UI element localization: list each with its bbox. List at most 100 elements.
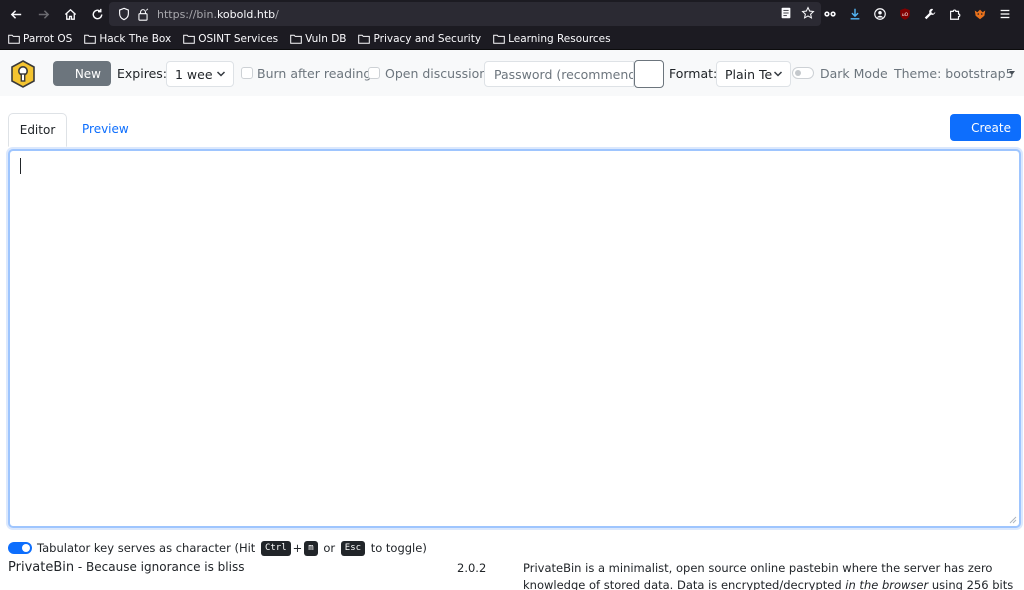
expires-select[interactable]: 1 wee: [166, 61, 234, 87]
url-bar[interactable]: https://bin.kobold.htb/: [109, 2, 821, 26]
create-button[interactable]: Create: [950, 114, 1021, 141]
toolbar-icons: uO: [822, 0, 1013, 28]
kbd-ctrl: Ctrl: [260, 540, 291, 556]
folder-icon: [358, 34, 371, 44]
url-host: kobold.htb: [216, 7, 276, 21]
about-text-part: using 256 bits: [928, 578, 1014, 590]
extensions-button[interactable]: [947, 6, 963, 22]
password-show-button[interactable]: [634, 60, 664, 88]
tools-button[interactable]: [922, 6, 938, 22]
format-select[interactable]: Plain Te: [716, 61, 791, 87]
open-discussion-checkbox[interactable]: [368, 67, 380, 79]
bookmark-label: Learning Resources: [508, 32, 611, 45]
ublock-button[interactable]: uO: [897, 6, 913, 22]
paste-textarea[interactable]: [8, 149, 1021, 528]
bookmark-label: Privacy and Security: [373, 32, 482, 45]
plus-sign: +: [292, 541, 303, 555]
create-button-label: Create: [971, 120, 1011, 135]
url-prefix: https://bin.: [157, 7, 217, 21]
about-text: PrivateBin is a minimalist, open source …: [523, 560, 1023, 590]
reload-icon: [92, 8, 102, 19]
tab-editor-label: Editor: [19, 123, 56, 137]
editor-tabs: Editor Preview Create: [0, 110, 1024, 147]
about-emphasis: in the browser: [845, 578, 929, 590]
folder-icon: [493, 34, 505, 44]
open-discussion-label: Open discussion: [385, 66, 488, 81]
arrow-right-icon: [38, 9, 49, 19]
theme-dropdown[interactable]: Theme: bootstrap5: [894, 66, 1014, 81]
caret-down-icon[interactable]: [1009, 71, 1015, 76]
bookmark-privacy-and-security[interactable]: Privacy and Security: [358, 33, 481, 45]
chevron-down-icon: [773, 71, 783, 77]
account-button[interactable]: [872, 6, 888, 22]
hamburger-icon: [1000, 9, 1010, 19]
privatebin-toolbar: New Expires: 1 wee Burn after reading Op…: [0, 50, 1024, 96]
dark-mode-label: Dark Mode: [820, 66, 888, 81]
reader-view-icon[interactable]: [779, 6, 793, 20]
bookmark-label: Parrot OS: [23, 32, 73, 45]
tab-preview[interactable]: Preview: [82, 122, 129, 136]
mask-icon: [824, 11, 836, 17]
or-text: or: [323, 541, 336, 555]
burn-after-reading-checkbox[interactable]: [241, 67, 253, 79]
bookmark-label: OSINT Services: [198, 32, 279, 45]
to-toggle-text: to toggle): [370, 541, 427, 555]
folder-icon: [183, 34, 196, 44]
password-input[interactable]: Password (recommende: [484, 61, 634, 87]
kbd-m: m: [304, 540, 318, 556]
back-button[interactable]: [5, 3, 27, 25]
bookmark-label: Vuln DB: [305, 32, 347, 45]
brand-tagline: - Because ignorance is bliss: [74, 560, 245, 574]
tabulator-toggle[interactable]: [8, 542, 32, 554]
reload-button[interactable]: [86, 3, 108, 25]
home-icon: [64, 8, 76, 20]
lock-icon[interactable]: [137, 7, 149, 21]
bookmark-vuln-db[interactable]: Vuln DB: [290, 33, 346, 45]
tab-editor[interactable]: Editor: [8, 113, 67, 147]
private-mask-button[interactable]: [822, 6, 838, 22]
wrench-icon: [924, 8, 936, 20]
svg-text:uO: uO: [902, 12, 909, 18]
format-value: Plain Te: [725, 66, 773, 82]
tabulator-text: Tabulator key serves as character (Hit: [37, 541, 256, 555]
download-icon: [850, 8, 860, 20]
burn-after-reading-label: Burn after reading: [257, 66, 372, 81]
puzzle-icon: [950, 9, 961, 20]
kbd-esc: Esc: [340, 540, 366, 556]
folder-icon: [8, 34, 20, 44]
bookmark-hack-the-box[interactable]: Hack The Box: [84, 33, 171, 45]
shield-icon[interactable]: [117, 7, 131, 21]
star-icon[interactable]: [801, 6, 815, 20]
version-number: 2.0.2: [457, 561, 487, 575]
fox-icon: [974, 9, 986, 20]
dark-mode-toggle[interactable]: [792, 67, 814, 79]
password-placeholder: Password (recommende: [494, 66, 634, 82]
ublock-icon: uO: [900, 8, 910, 20]
brand-name: PrivateBin: [8, 560, 75, 575]
toggle-knob: [795, 70, 801, 76]
bookmarks-bar: Parrot OS Hack The Box OSINT Services Vu…: [0, 28, 1024, 50]
new-paste-button[interactable]: New: [53, 61, 111, 86]
arrow-left-icon: [10, 9, 21, 19]
format-label: Format:: [669, 66, 718, 81]
forward-button[interactable]: [32, 3, 54, 25]
tabulator-toggle-row: Tabulator key serves as character (Hit C…: [8, 540, 427, 556]
foxyproxy-button[interactable]: [972, 6, 988, 22]
new-button-label: New: [74, 66, 101, 81]
folder-icon: [290, 34, 302, 44]
menu-button[interactable]: [997, 6, 1013, 22]
bookmark-parrot-os[interactable]: Parrot OS: [8, 33, 72, 45]
resize-handle-icon[interactable]: [1009, 516, 1017, 524]
downloads-button[interactable]: [847, 6, 863, 22]
privatebin-logo-icon[interactable]: [10, 60, 36, 88]
bookmark-label: Hack The Box: [99, 32, 172, 45]
bookmark-osint-services[interactable]: OSINT Services: [183, 33, 278, 45]
url-suffix: /: [275, 7, 279, 21]
expires-label: Expires:: [117, 66, 167, 81]
folder-icon: [84, 34, 97, 44]
home-button[interactable]: [59, 3, 81, 25]
footer-brand: PrivateBin - Because ignorance is bliss: [8, 560, 244, 575]
bookmark-learning-resources[interactable]: Learning Resources: [493, 33, 611, 45]
chevron-down-icon: [216, 71, 226, 77]
url-text[interactable]: https://bin.kobold.htb/: [157, 8, 279, 21]
